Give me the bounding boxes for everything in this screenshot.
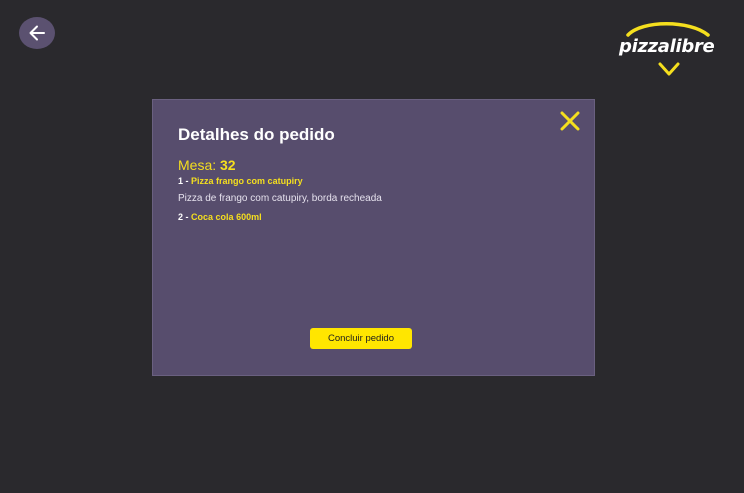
order-item-separator: - bbox=[185, 212, 189, 222]
order-item-name: Pizza frango com catupiry bbox=[191, 176, 303, 186]
modal-title: Detalhes do pedido bbox=[178, 125, 335, 144]
order-item-description: Pizza de frango com catupiry, borda rech… bbox=[178, 193, 382, 204]
back-button[interactable] bbox=[19, 17, 55, 49]
order-item-separator: - bbox=[185, 176, 189, 186]
logo-text: pizzalibre bbox=[619, 36, 715, 57]
table-number-value: 32 bbox=[220, 157, 236, 173]
table-label: Mesa: bbox=[178, 157, 217, 173]
order-item-index: 2 bbox=[178, 212, 184, 222]
order-item: 1 - Pizza frango com catupiry bbox=[178, 176, 303, 186]
close-button[interactable] bbox=[558, 109, 582, 133]
order-item-name: Coca cola 600ml bbox=[191, 212, 262, 222]
finish-order-button[interactable]: Concluir pedido bbox=[310, 328, 412, 349]
order-item-index: 1 bbox=[178, 176, 184, 186]
table-number: Mesa: 32 bbox=[178, 157, 236, 173]
order-details-modal: Detalhes do pedido Mesa: 32 1 - Pizza fr… bbox=[152, 99, 595, 376]
pizzalibre-logo: pizzalibre bbox=[612, 18, 724, 80]
order-item: 2 - Coca cola 600ml bbox=[178, 212, 262, 222]
close-icon bbox=[560, 111, 580, 131]
arrow-left-icon bbox=[29, 25, 45, 41]
